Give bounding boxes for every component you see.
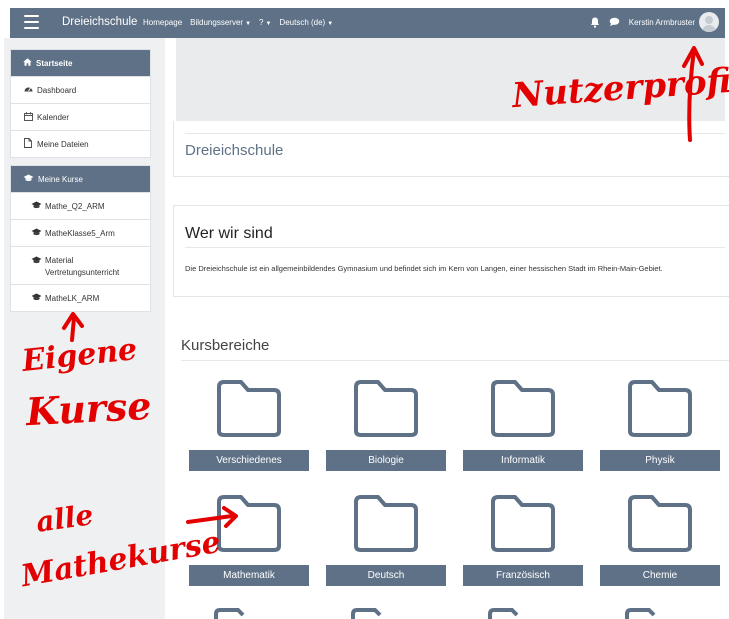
annotation-own-courses: Kurse: [24, 382, 153, 435]
